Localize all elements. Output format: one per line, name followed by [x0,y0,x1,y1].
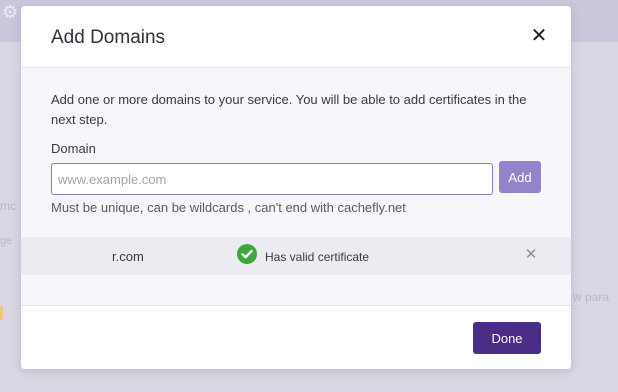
background-text-fragment: ge [0,235,13,247]
domain-field-label: Domain [51,141,96,156]
certificate-status: Has valid certificate [265,250,370,264]
domain-name: r.com [112,249,144,264]
background-text-fragment: mc [0,199,16,213]
done-button[interactable]: Done [473,322,541,354]
close-icon[interactable]: ✕ [529,25,549,47]
domain-input[interactable] [51,163,493,195]
dialog-header: Add Domains ✕ [21,6,571,68]
gear-icon: ⚙ [2,2,19,22]
background-text-fragment: w para [573,290,610,304]
dialog-footer: Done [21,305,571,369]
check-circle-icon [237,244,257,264]
add-domains-dialog: Add Domains ✕ Add one or more domains to… [21,6,571,369]
dialog-title: Add Domains [51,27,166,48]
domain-list-item: r.com Has valid certificate ✕ [21,237,571,275]
dialog-description: Add one or more domains to your service.… [51,92,527,127]
domain-hint: Must be unique, can be wildcards , can't… [51,200,406,215]
add-domain-button[interactable]: Add [499,161,541,193]
background-marker [0,306,3,320]
remove-domain-icon[interactable]: ✕ [523,246,539,264]
